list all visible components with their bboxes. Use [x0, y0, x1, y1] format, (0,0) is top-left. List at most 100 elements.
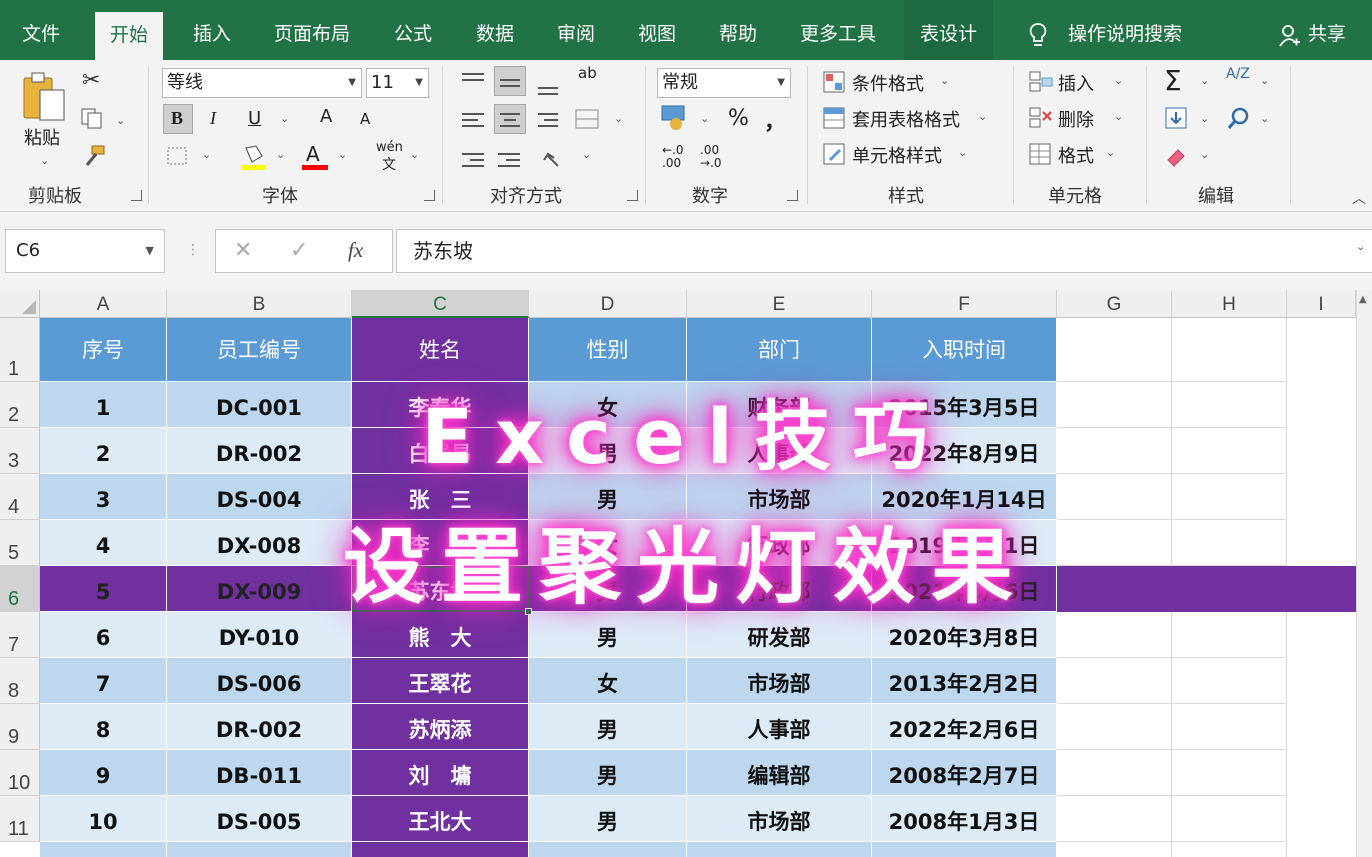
autosum-button[interactable]: Σ [1164, 64, 1182, 97]
increase-decimal-button[interactable]: ←.0 .00 [662, 144, 688, 170]
orientation-dropdown-icon[interactable]: ⌄ [582, 148, 591, 161]
empty-cell[interactable] [1172, 796, 1287, 842]
table-cell[interactable]: 2019年6月1日 [872, 520, 1057, 566]
sort-filter-dropdown-icon[interactable]: ⌄ [1260, 74, 1269, 87]
empty-cell[interactable] [1172, 704, 1287, 750]
chevron-down-icon[interactable]: ⌄ [958, 146, 967, 159]
fill-color-icon[interactable] [240, 142, 268, 172]
column-header-g[interactable]: G [1057, 290, 1172, 318]
empty-cell[interactable] [1172, 382, 1287, 428]
format-cells-button[interactable]: 格式 [1058, 142, 1094, 168]
row-header-2[interactable]: 2 [0, 382, 40, 428]
table-cell[interactable]: 男 [529, 704, 687, 750]
find-select-icon[interactable] [1226, 106, 1252, 132]
row-header-3[interactable]: 3 [0, 428, 40, 474]
column-header-a[interactable]: A [40, 290, 167, 318]
table-cell[interactable]: 男 [529, 796, 687, 842]
row-header-10[interactable]: 10 [0, 750, 40, 796]
table-cell[interactable]: 张 三 [352, 474, 529, 520]
wrap-text-button[interactable]: ab [578, 66, 602, 81]
confirm-entry-icon[interactable]: ✓ [290, 238, 308, 263]
borders-dropdown-icon[interactable]: ⌄ [202, 148, 211, 161]
table-cell[interactable]: 6 [40, 612, 167, 658]
table-cell[interactable]: 2008年2月7日 [872, 750, 1057, 796]
table-cell[interactable]: DB-011 [167, 750, 352, 796]
table-cell[interactable]: 李春华 [352, 382, 529, 428]
table-cell[interactable]: 1 [40, 382, 167, 428]
table-cell[interactable]: 人事部 [687, 428, 872, 474]
accounting-format-icon[interactable] [660, 104, 690, 132]
column-header-d[interactable]: D [529, 290, 687, 318]
font-name-combo[interactable]: 等线 ▼ [162, 68, 362, 98]
table-cell[interactable] [687, 842, 872, 857]
table-cell[interactable]: 4 [40, 520, 167, 566]
italic-button[interactable]: I [210, 108, 216, 129]
table-cell[interactable]: 2008年1月3日 [872, 796, 1057, 842]
table-cell[interactable]: 男 [529, 566, 687, 612]
paste-dropdown-icon[interactable]: ⌄ [40, 154, 49, 167]
number-launcher-icon[interactable] [787, 190, 798, 201]
tab-page-layout[interactable]: 页面布局 [274, 0, 350, 60]
table-cell[interactable] [529, 842, 687, 857]
table-cell[interactable]: DS-005 [167, 796, 352, 842]
worksheet-grid[interactable]: A B C D E F G H I 1 2 3 4 5 6 7 8 9 10 11 序号 员工编号 姓名 性别 部门 入职时间 1 D… [0, 290, 1372, 857]
tab-table-design[interactable]: 表设计 [904, 0, 994, 60]
table-cell[interactable]: 李 四 [352, 520, 529, 566]
table-cell[interactable]: 财务部 [687, 382, 872, 428]
column-header-c[interactable]: C [352, 290, 529, 318]
shrink-font-button[interactable]: A [360, 110, 370, 128]
chevron-down-icon[interactable]: ⌄ [1114, 74, 1123, 87]
empty-cell[interactable] [1057, 796, 1172, 842]
table-cell[interactable]: 男 [529, 612, 687, 658]
fill-down-icon[interactable] [1164, 106, 1190, 132]
chevron-down-icon[interactable]: ⌄ [1114, 110, 1123, 123]
merge-dropdown-icon[interactable]: ⌄ [614, 112, 623, 125]
font-launcher-icon[interactable] [424, 190, 435, 201]
table-cell[interactable]: 刘 墉 [352, 750, 529, 796]
empty-cell[interactable] [1057, 474, 1172, 520]
vertical-scrollbar[interactable]: ▲ [1356, 290, 1372, 857]
table-cell[interactable]: 编辑部 [687, 750, 872, 796]
row-header-1[interactable]: 1 [0, 318, 40, 382]
grow-font-button[interactable]: A [320, 106, 332, 127]
bold-button[interactable]: B [171, 108, 183, 129]
table-cell[interactable]: 2022年2月6日 [872, 704, 1057, 750]
table-cell[interactable]: DR-002 [167, 428, 352, 474]
tab-insert[interactable]: 插入 [193, 0, 231, 60]
table-cell[interactable]: 3 [40, 474, 167, 520]
table-cell[interactable]: 市场部 [687, 796, 872, 842]
cell-styles-icon[interactable] [822, 142, 846, 166]
cancel-entry-icon[interactable]: ✕ [234, 238, 252, 263]
table-cell[interactable]: 2020年3月8日 [872, 612, 1057, 658]
copy-icon[interactable] [80, 107, 104, 129]
table-header-cell[interactable]: 性别 [529, 318, 687, 382]
column-header-f[interactable]: F [872, 290, 1057, 318]
table-cell[interactable]: 9 [40, 750, 167, 796]
table-cell[interactable]: 女 [529, 520, 687, 566]
empty-cell[interactable] [1172, 612, 1287, 658]
table-cell[interactable]: 2013年2月2日 [872, 658, 1057, 704]
empty-cell[interactable] [1057, 750, 1172, 796]
borders-icon[interactable] [166, 146, 190, 168]
empty-cell[interactable] [1172, 318, 1287, 382]
column-header-b[interactable]: B [167, 290, 352, 318]
tell-me-search[interactable]: 操作说明搜索 [1068, 0, 1182, 60]
name-box[interactable]: C6 ▼ [5, 229, 165, 273]
empty-cell[interactable] [1057, 318, 1172, 382]
table-cell[interactable]: 市场部 [687, 474, 872, 520]
sort-filter-button[interactable]: A/Z [1226, 67, 1250, 81]
font-size-combo[interactable]: 11 ▼ [366, 68, 429, 98]
table-cell[interactable]: 白居易 [352, 428, 529, 474]
table-cell[interactable]: DS-004 [167, 474, 352, 520]
percent-style-button[interactable]: % [728, 106, 749, 131]
empty-cell[interactable] [1057, 612, 1172, 658]
conditional-format-button[interactable]: 条件格式 [852, 70, 924, 96]
tab-home[interactable]: 开始 [95, 12, 164, 60]
fill-color-dropdown-icon[interactable]: ⌄ [276, 148, 285, 161]
empty-cell[interactable] [1172, 520, 1287, 566]
empty-cell[interactable] [1172, 428, 1287, 474]
row-header-5[interactable]: 5 [0, 520, 40, 566]
paste-icon[interactable] [22, 70, 70, 126]
empty-cell[interactable] [1057, 520, 1172, 566]
table-header-cell[interactable]: 员工编号 [167, 318, 352, 382]
